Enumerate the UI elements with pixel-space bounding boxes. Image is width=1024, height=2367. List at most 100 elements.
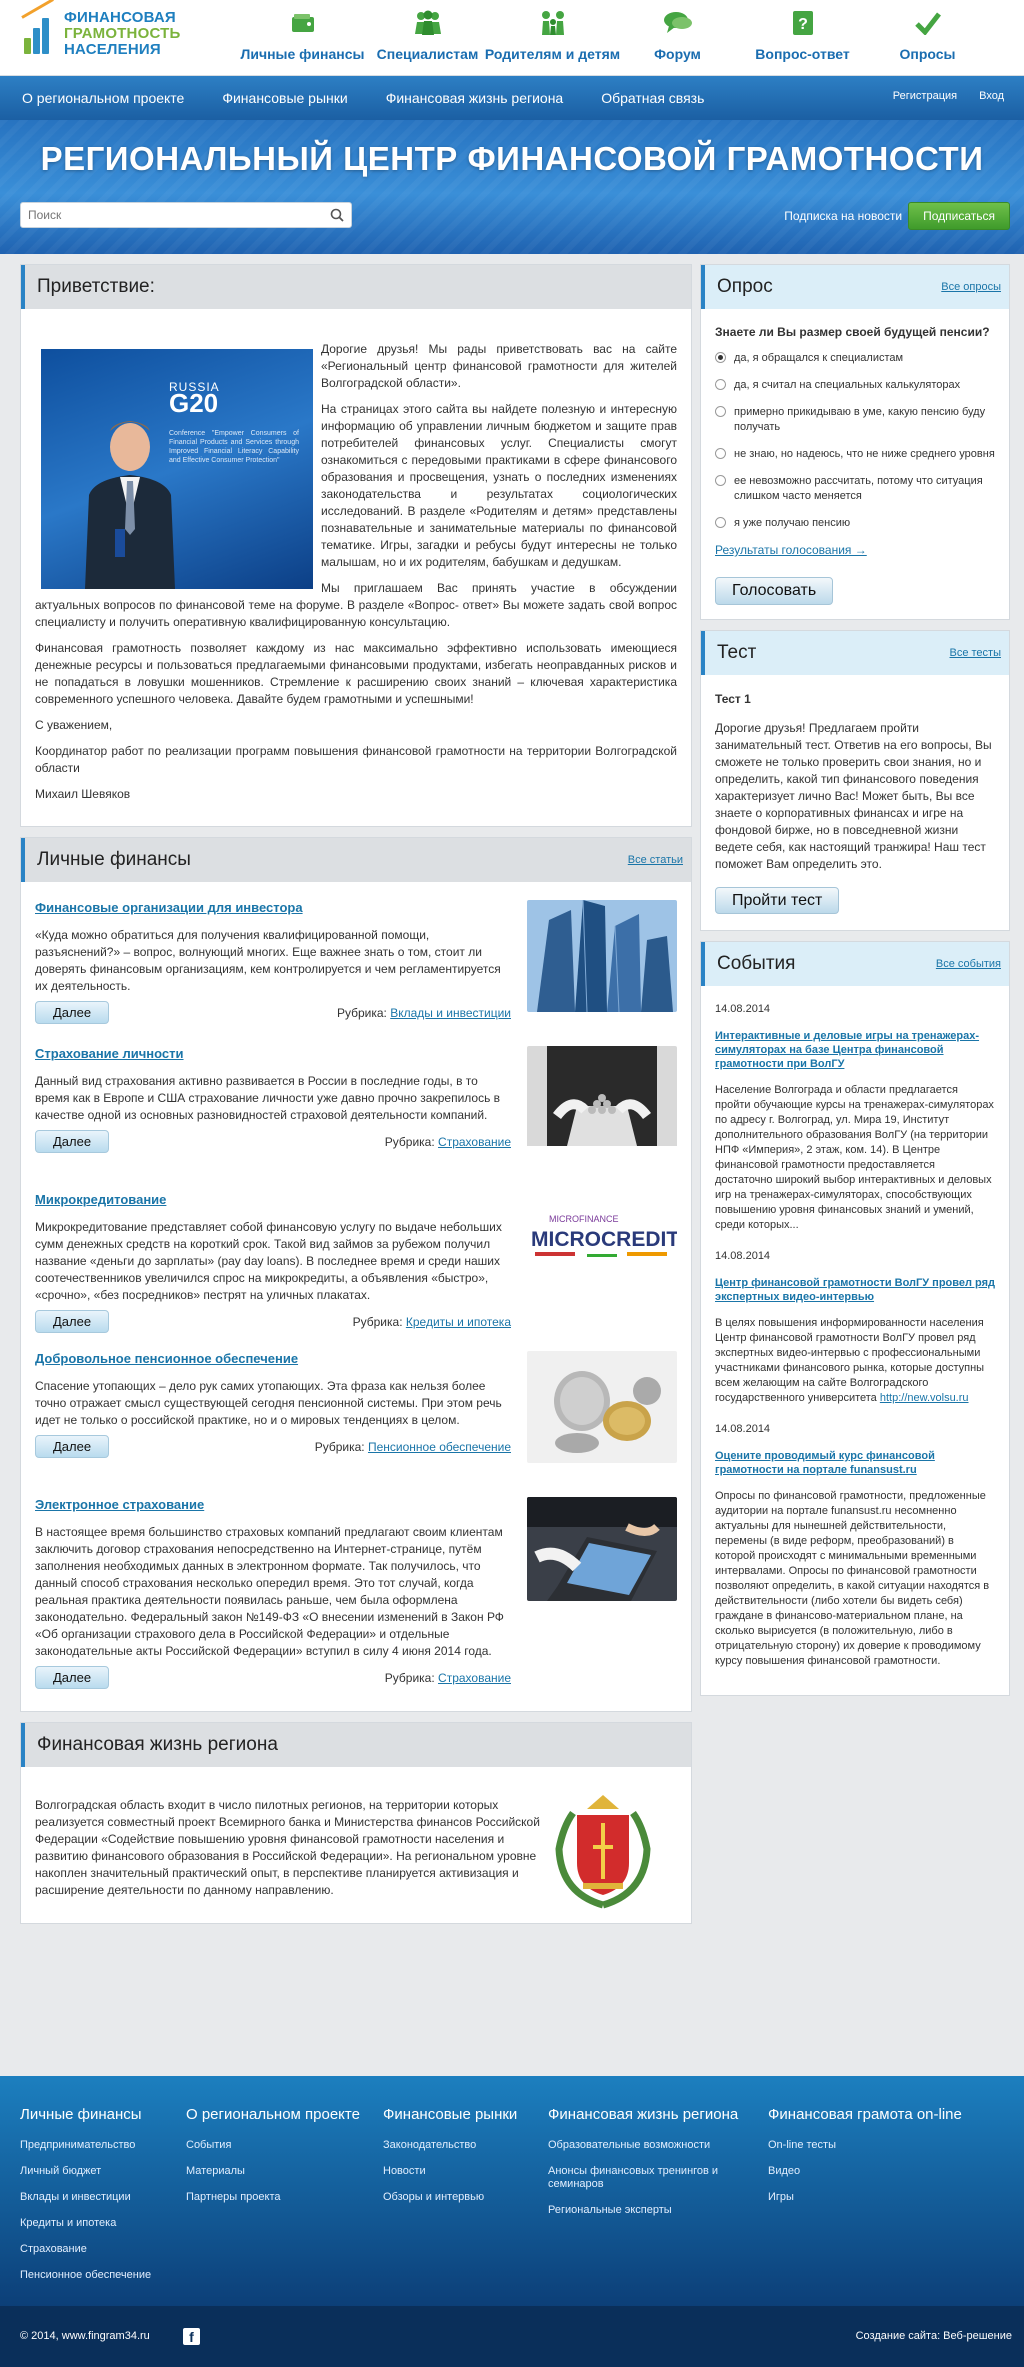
read-more-button[interactable]: Далее <box>35 1666 110 1689</box>
article-text: Спасение утопающих – дело рук самих утоп… <box>35 1379 502 1427</box>
footer-link[interactable]: Предпринимательство <box>20 2139 180 2152</box>
panel-header: Финансовая жизнь региона <box>21 1723 691 1767</box>
poll-option[interactable]: примерно прикидываю в уме, какую пенсию … <box>715 405 995 435</box>
main-navbar: О региональном проекте Финансовые рынки … <box>0 76 1024 120</box>
all-polls-link[interactable]: Все опросы <box>941 281 1001 293</box>
top-header: ФИНАНСОВАЯ ГРАМОТНОСТЬ НАСЕЛЕНИЯ Личные … <box>0 0 1024 76</box>
search-icon[interactable] <box>329 207 345 223</box>
facebook-icon[interactable]: f <box>183 2328 200 2345</box>
login-link[interactable]: Вход <box>979 90 1004 102</box>
article-item: Финансовые организации для инвестора «Ку… <box>35 900 677 1028</box>
topnav-label: Опросы <box>899 46 956 62</box>
poll-question: Знаете ли Вы размер своей будущей пенсии… <box>715 325 990 339</box>
radio-button[interactable] <box>715 517 726 528</box>
radio-button[interactable] <box>715 352 726 363</box>
event-title-link[interactable]: Центр финансовой грамотности ВолГУ прове… <box>715 1276 995 1304</box>
poll-results-link[interactable]: Результаты голосования → <box>715 543 867 557</box>
panel-header: Опрос Все опросы <box>701 265 1009 309</box>
footer-link[interactable]: Законодательство <box>383 2139 543 2152</box>
article-title-link[interactable]: Финансовые организации для инвестора <box>35 900 511 915</box>
article-item: Страхование личности Данный вид страхова… <box>35 1046 677 1174</box>
subscribe-button[interactable]: Подписаться <box>908 202 1010 230</box>
footer-link[interactable]: Образовательные возможности <box>548 2139 758 2152</box>
rubric-link[interactable]: Кредиты и ипотека <box>406 1315 511 1329</box>
top-navigation: Личные финансы Специалистам Родителям и … <box>240 8 990 62</box>
poll-option[interactable]: не знаю, но надеюсь, что не ниже среднег… <box>715 447 995 462</box>
vote-button[interactable]: Голосовать <box>715 577 834 605</box>
rubric-link[interactable]: Страхование <box>438 1671 511 1685</box>
rubric: Рубрика: Кредиты и ипотека <box>353 1315 511 1329</box>
article-title-link[interactable]: Электронное страхование <box>35 1497 511 1512</box>
site-footer: Личные финансы Предпринимательство Личны… <box>0 2076 1024 2306</box>
read-more-button[interactable]: Далее <box>35 1310 110 1333</box>
panel-header: Приветствие: <box>21 265 691 309</box>
footer-heading: О региональном проекте <box>186 2106 360 2123</box>
option-label: ее невозможно рассчитать, потому что сит… <box>734 475 983 502</box>
topnav-forum[interactable]: Форум <box>615 8 740 62</box>
read-more-button[interactable]: Далее <box>35 1435 110 1458</box>
poll-option[interactable]: да, я обращался к специалистам <box>715 351 995 366</box>
footer-link[interactable]: Анонсы финансовых тренингов и семинаров <box>548 2165 758 2191</box>
radio-button[interactable] <box>715 475 726 486</box>
footer-link[interactable]: Личный бюджет <box>20 2165 180 2178</box>
event-title-link[interactable]: Оцените проводимый курс финансовой грамо… <box>715 1449 995 1477</box>
article-title-link[interactable]: Микрокредитование <box>35 1192 511 1207</box>
topnav-personal-finance[interactable]: Личные финансы <box>240 8 365 62</box>
event-title-link[interactable]: Интерактивные и деловые игры на тренажер… <box>715 1029 995 1071</box>
nav-financial-markets[interactable]: Финансовые рынки <box>222 90 347 106</box>
footer-link[interactable]: Вклады и инвестиции <box>20 2191 180 2204</box>
topnav-qa[interactable]: ? Вопрос-ответ <box>740 8 865 62</box>
topnav-specialists[interactable]: Специалистам <box>365 8 490 62</box>
footer-link[interactable]: Материалы <box>186 2165 376 2178</box>
register-link[interactable]: Регистрация <box>893 90 957 102</box>
footer-link[interactable]: Пенсионное обеспечение <box>20 2269 180 2282</box>
topnav-polls[interactable]: Опросы <box>865 8 990 62</box>
radio-button[interactable] <box>715 448 726 459</box>
developer-credit[interactable]: Создание сайта: Веб-решение <box>856 2330 1012 2342</box>
all-events-link[interactable]: Все события <box>936 958 1001 970</box>
read-more-button[interactable]: Далее <box>35 1130 110 1153</box>
footer-link[interactable]: Игры <box>768 2191 1008 2204</box>
footer-link[interactable]: Кредиты и ипотека <box>20 2217 180 2230</box>
topnav-parents-children[interactable]: Родителям и детям <box>485 8 620 62</box>
panel-title: Финансовая жизнь региона <box>37 1734 278 1755</box>
wallet-icon <box>288 8 318 38</box>
rubric-link[interactable]: Вклады и инвестиции <box>390 1006 511 1020</box>
footer-link[interactable]: Региональные эксперты <box>548 2204 758 2217</box>
footer-link[interactable]: События <box>186 2139 376 2152</box>
poll-option[interactable]: ее невозможно рассчитать, потому что сит… <box>715 474 995 504</box>
footer-link[interactable]: Обзоры и интервью <box>383 2191 543 2204</box>
rubric-link[interactable]: Пенсионное обеспечение <box>368 1440 511 1454</box>
footer-heading: Финансовые рынки <box>383 2106 518 2123</box>
welcome-photo: RUSSIA G20 Conference "Empower Consumers… <box>41 349 313 589</box>
rubric-label: Рубрика: <box>384 1670 435 1685</box>
poll-option[interactable]: да, я считал на специальных калькулятора… <box>715 378 995 393</box>
nav-about-project[interactable]: О региональном проекте <box>22 90 184 106</box>
all-tests-link[interactable]: Все тесты <box>950 647 1002 659</box>
option-label: я уже получаю пенсию <box>734 517 851 529</box>
footer-col-online: Финансовая грамота on-line On-line тесты… <box>768 2106 1008 2217</box>
poll-option[interactable]: я уже получаю пенсию <box>715 516 995 531</box>
footer-link[interactable]: On-line тесты <box>768 2139 1008 2152</box>
site-logo[interactable]: ФИНАНСОВАЯ ГРАМОТНОСТЬ НАСЕЛЕНИЯ <box>21 0 180 58</box>
family-icon <box>538 8 568 38</box>
radio-button[interactable] <box>715 379 726 390</box>
article-title-link[interactable]: Страхование личности <box>35 1046 511 1061</box>
all-articles-link[interactable]: Все статьи <box>628 854 683 866</box>
read-more-button[interactable]: Далее <box>35 1001 110 1024</box>
footer-link[interactable]: Новости <box>383 2165 543 2178</box>
photo-caption: Conference "Empower Consumers of Financi… <box>169 430 299 464</box>
footer-link[interactable]: Видео <box>768 2165 1008 2178</box>
nav-feedback[interactable]: Обратная связь <box>601 90 704 106</box>
nav-region-life[interactable]: Финансовая жизнь региона <box>386 90 564 106</box>
take-test-button[interactable]: Пройти тест <box>715 887 840 914</box>
radio-button[interactable] <box>715 406 726 417</box>
rubric-link[interactable]: Страхование <box>438 1135 511 1149</box>
event-external-link[interactable]: http://new.volsu.ru <box>880 1392 969 1404</box>
search-input[interactable] <box>21 203 311 227</box>
footer-link[interactable]: Партнеры проекта <box>186 2191 376 2204</box>
article-title-link[interactable]: Добровольное пенсионное обеспечение <box>35 1351 511 1366</box>
footer-link[interactable]: Страхование <box>20 2243 180 2256</box>
panel-title: Тест <box>717 642 757 663</box>
topnav-label: Специалистам <box>376 46 479 62</box>
